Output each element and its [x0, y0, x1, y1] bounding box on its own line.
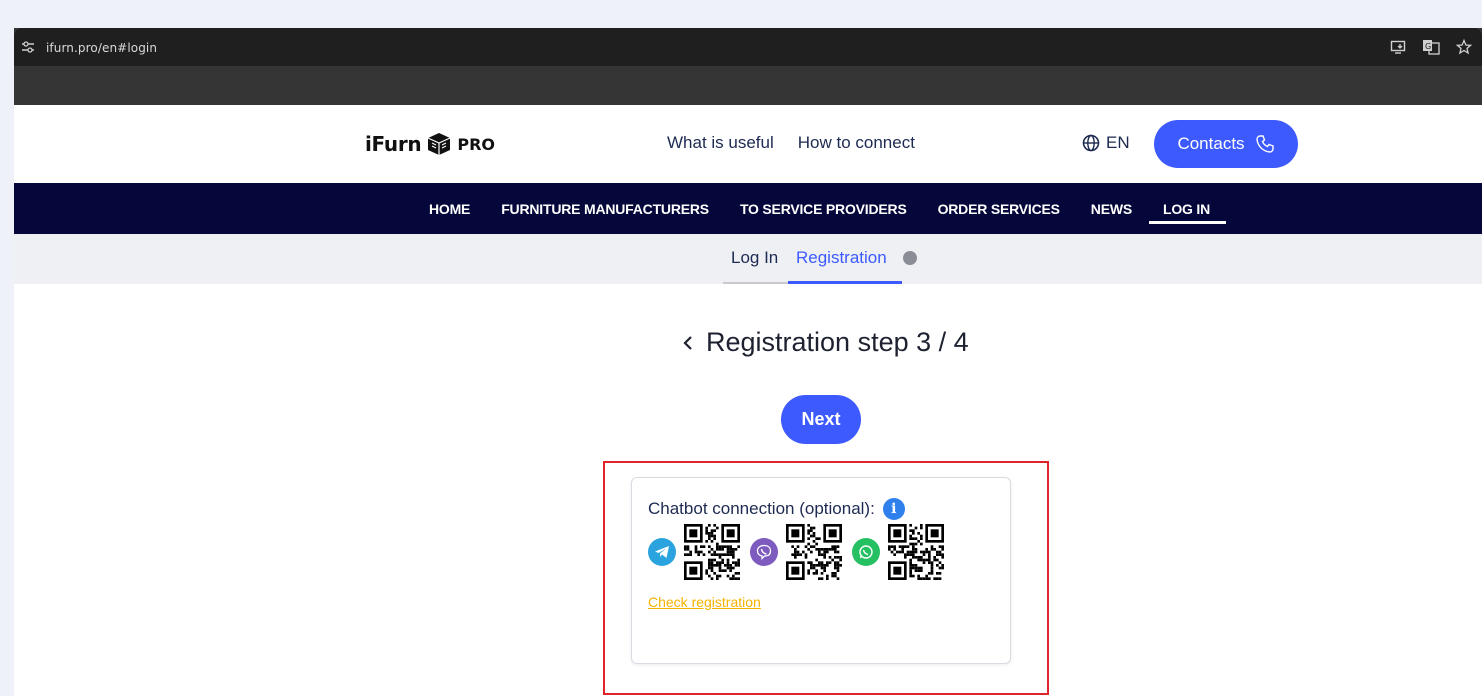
logo-suffix: PRO	[457, 134, 496, 154]
chatbot-title: Chatbot connection (optional):	[648, 499, 875, 518]
top-links: What is useful How to connect	[667, 133, 915, 153]
info-icon[interactable]: i	[882, 498, 905, 520]
whatsapp-bot	[852, 524, 944, 580]
language-label: EN	[1106, 133, 1130, 152]
bookmark-star-icon[interactable]	[1456, 39, 1472, 55]
nav-news[interactable]: NEWS	[1091, 183, 1132, 234]
site-settings-icon[interactable]	[20, 40, 36, 54]
page: iFurn PRO What is useful How to connect …	[14, 105, 1482, 696]
tab-underline-active	[788, 281, 902, 284]
what-is-useful-link[interactable]: What is useful	[667, 133, 774, 153]
next-button[interactable]: Next	[781, 395, 861, 444]
logo[interactable]: iFurn PRO	[365, 131, 495, 157]
whatsapp-qr-code[interactable]	[888, 524, 944, 580]
browser-chrome: ifurn.pro/en#login G	[14, 28, 1482, 105]
nav-home[interactable]: HOME	[429, 183, 470, 234]
back-chevron-icon[interactable]	[682, 333, 694, 353]
nav-order-services[interactable]: ORDER SERVICES	[938, 183, 1060, 234]
chatbot-card: Chatbot connection (optional): i Check r…	[631, 477, 1011, 664]
globe-icon	[1082, 134, 1100, 152]
viber-qr-code[interactable]	[786, 524, 842, 580]
language-selector[interactable]: EN	[1082, 133, 1130, 153]
how-to-connect-link[interactable]: How to connect	[798, 133, 915, 153]
logo-text: iFurn	[365, 132, 422, 156]
telegram-bot	[648, 524, 740, 580]
tab-registration[interactable]: Registration	[796, 248, 887, 268]
url-text[interactable]: ifurn.pro/en#login	[46, 41, 157, 55]
tab-log-in[interactable]: Log In	[731, 248, 778, 268]
registration-step-title: Registration step 3 / 4	[706, 327, 969, 357]
telegram-qr-code[interactable]	[684, 524, 740, 580]
chatbot-title-row: Chatbot connection (optional): i	[648, 498, 905, 520]
phone-icon	[1255, 135, 1274, 153]
nav-furniture-manufacturers[interactable]: FURNITURE MANUFACTURERS	[501, 183, 709, 234]
main-nav: HOME FURNITURE MANUFACTURERS TO SERVICE …	[14, 183, 1482, 234]
telegram-icon[interactable]	[648, 538, 676, 566]
svg-text:G: G	[1425, 42, 1431, 51]
tab-underline-inactive	[723, 282, 789, 284]
contacts-label: Contacts	[1177, 134, 1245, 153]
address-bar[interactable]: ifurn.pro/en#login G	[14, 28, 1482, 66]
install-app-icon[interactable]	[1390, 39, 1406, 55]
viber-bot	[750, 524, 842, 580]
box-logo-icon	[428, 133, 451, 155]
registration-indicator-dot	[903, 251, 917, 265]
registration-step-heading: Registration step 3 / 4	[682, 327, 969, 358]
site-header: iFurn PRO What is useful How to connect …	[14, 105, 1482, 183]
translate-icon[interactable]: G	[1422, 39, 1440, 55]
nav-service-providers[interactable]: TO SERVICE PROVIDERS	[740, 183, 907, 234]
contacts-button[interactable]: Contacts	[1154, 120, 1298, 168]
viber-icon[interactable]	[750, 538, 778, 566]
chatbot-list	[648, 524, 954, 580]
check-registration-link[interactable]: Check registration	[648, 594, 761, 610]
auth-tabs: Log In Registration	[14, 234, 1482, 284]
nav-log-in[interactable]: LOG IN	[1148, 183, 1227, 234]
whatsapp-icon[interactable]	[852, 538, 880, 566]
